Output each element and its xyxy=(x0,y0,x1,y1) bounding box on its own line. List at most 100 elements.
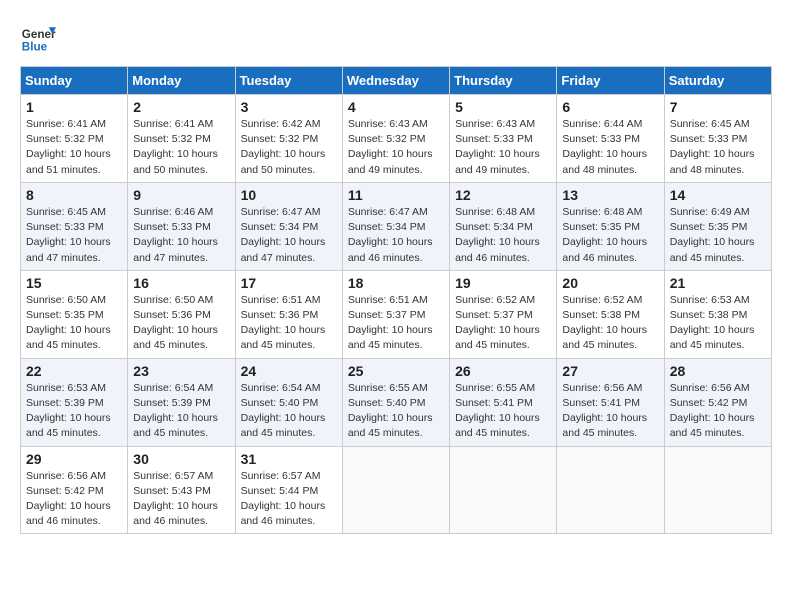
calendar-cell: 22 Sunrise: 6:53 AMSunset: 5:39 PMDayligh… xyxy=(21,358,128,446)
calendar-cell: 5 Sunrise: 6:43 AMSunset: 5:33 PMDaylight… xyxy=(450,95,557,183)
day-number: 12 xyxy=(455,187,551,203)
calendar-cell: 28 Sunrise: 6:56 AMSunset: 5:42 PMDayligh… xyxy=(664,358,771,446)
calendar-cell: 24 Sunrise: 6:54 AMSunset: 5:40 PMDayligh… xyxy=(235,358,342,446)
calendar-cell: 2 Sunrise: 6:41 AMSunset: 5:32 PMDaylight… xyxy=(128,95,235,183)
day-info: Sunrise: 6:47 AMSunset: 5:34 PMDaylight:… xyxy=(348,205,444,266)
day-number: 10 xyxy=(241,187,337,203)
calendar-cell: 8Sunrise: 6:45 AMSunset: 5:33 PMDaylight… xyxy=(21,182,128,270)
day-number: 8 xyxy=(26,187,122,203)
day-number: 22 xyxy=(26,363,122,379)
day-info: Sunrise: 6:48 AMSunset: 5:34 PMDaylight:… xyxy=(455,205,551,266)
logo-icon: General Blue xyxy=(20,20,56,56)
day-number: 16 xyxy=(133,275,229,291)
day-info: Sunrise: 6:50 AMSunset: 5:36 PMDaylight:… xyxy=(133,293,229,354)
svg-text:Blue: Blue xyxy=(22,41,48,54)
calendar-cell: 4 Sunrise: 6:43 AMSunset: 5:32 PMDaylight… xyxy=(342,95,449,183)
day-number: 29 xyxy=(26,451,122,467)
day-info: Sunrise: 6:55 AMSunset: 5:41 PMDaylight:… xyxy=(455,381,551,442)
day-info: Sunrise: 6:41 AMSunset: 5:32 PMDaylight:… xyxy=(26,117,122,178)
day-info: Sunrise: 6:48 AMSunset: 5:35 PMDaylight:… xyxy=(562,205,658,266)
day-number: 28 xyxy=(670,363,766,379)
day-info: Sunrise: 6:52 AMSunset: 5:38 PMDaylight:… xyxy=(562,293,658,354)
calendar-header-monday: Monday xyxy=(128,67,235,95)
calendar-cell: 7 Sunrise: 6:45 AMSunset: 5:33 PMDaylight… xyxy=(664,95,771,183)
calendar-cell: 25 Sunrise: 6:55 AMSunset: 5:40 PMDayligh… xyxy=(342,358,449,446)
day-info: Sunrise: 6:46 AMSunset: 5:33 PMDaylight:… xyxy=(133,205,229,266)
day-info: Sunrise: 6:54 AMSunset: 5:40 PMDaylight:… xyxy=(241,381,337,442)
calendar-cell: 29Sunrise: 6:56 AMSunset: 5:42 PMDayligh… xyxy=(21,446,128,534)
calendar-week-4: 22 Sunrise: 6:53 AMSunset: 5:39 PMDayligh… xyxy=(21,358,772,446)
calendar-cell: 15Sunrise: 6:50 AMSunset: 5:35 PMDayligh… xyxy=(21,270,128,358)
calendar-cell: 20 Sunrise: 6:52 AMSunset: 5:38 PMDayligh… xyxy=(557,270,664,358)
day-info: Sunrise: 6:51 AMSunset: 5:36 PMDaylight:… xyxy=(241,293,337,354)
day-info: Sunrise: 6:43 AMSunset: 5:32 PMDaylight:… xyxy=(348,117,444,178)
calendar-week-2: 8Sunrise: 6:45 AMSunset: 5:33 PMDaylight… xyxy=(21,182,772,270)
day-number: 27 xyxy=(562,363,658,379)
calendar-cell: 10 Sunrise: 6:47 AMSunset: 5:34 PMDayligh… xyxy=(235,182,342,270)
day-info: Sunrise: 6:49 AMSunset: 5:35 PMDaylight:… xyxy=(670,205,766,266)
calendar-header-sunday: Sunday xyxy=(21,67,128,95)
day-info: Sunrise: 6:44 AMSunset: 5:33 PMDaylight:… xyxy=(562,117,658,178)
day-number: 6 xyxy=(562,99,658,115)
page-header: General Blue xyxy=(20,20,772,56)
day-number: 3 xyxy=(241,99,337,115)
calendar-table: SundayMondayTuesdayWednesdayThursdayFrid… xyxy=(20,66,772,534)
day-number: 31 xyxy=(241,451,337,467)
day-number: 17 xyxy=(241,275,337,291)
calendar-cell: 18 Sunrise: 6:51 AMSunset: 5:37 PMDayligh… xyxy=(342,270,449,358)
calendar-cell: 13Sunrise: 6:48 AMSunset: 5:35 PMDayligh… xyxy=(557,182,664,270)
day-info: Sunrise: 6:57 AMSunset: 5:43 PMDaylight:… xyxy=(133,469,229,530)
day-info: Sunrise: 6:47 AMSunset: 5:34 PMDaylight:… xyxy=(241,205,337,266)
calendar-week-1: 1 Sunrise: 6:41 AMSunset: 5:32 PMDaylight… xyxy=(21,95,772,183)
day-info: Sunrise: 6:56 AMSunset: 5:42 PMDaylight:… xyxy=(670,381,766,442)
calendar-cell: 12 Sunrise: 6:48 AMSunset: 5:34 PMDayligh… xyxy=(450,182,557,270)
day-info: Sunrise: 6:52 AMSunset: 5:37 PMDaylight:… xyxy=(455,293,551,354)
calendar-header-wednesday: Wednesday xyxy=(342,67,449,95)
day-info: Sunrise: 6:43 AMSunset: 5:33 PMDaylight:… xyxy=(455,117,551,178)
day-number: 18 xyxy=(348,275,444,291)
calendar-cell xyxy=(450,446,557,534)
calendar-cell xyxy=(664,446,771,534)
calendar-header-friday: Friday xyxy=(557,67,664,95)
day-number: 24 xyxy=(241,363,337,379)
calendar-week-3: 15Sunrise: 6:50 AMSunset: 5:35 PMDayligh… xyxy=(21,270,772,358)
calendar-cell: 21Sunrise: 6:53 AMSunset: 5:38 PMDayligh… xyxy=(664,270,771,358)
day-number: 25 xyxy=(348,363,444,379)
day-info: Sunrise: 6:56 AMSunset: 5:41 PMDaylight:… xyxy=(562,381,658,442)
day-number: 23 xyxy=(133,363,229,379)
day-info: Sunrise: 6:50 AMSunset: 5:35 PMDaylight:… xyxy=(26,293,122,354)
calendar-cell: 30Sunrise: 6:57 AMSunset: 5:43 PMDayligh… xyxy=(128,446,235,534)
day-number: 1 xyxy=(26,99,122,115)
day-number: 20 xyxy=(562,275,658,291)
day-info: Sunrise: 6:55 AMSunset: 5:40 PMDaylight:… xyxy=(348,381,444,442)
day-number: 9 xyxy=(133,187,229,203)
calendar-header-saturday: Saturday xyxy=(664,67,771,95)
day-number: 2 xyxy=(133,99,229,115)
calendar-cell: 27 Sunrise: 6:56 AMSunset: 5:41 PMDayligh… xyxy=(557,358,664,446)
day-info: Sunrise: 6:53 AMSunset: 5:38 PMDaylight:… xyxy=(670,293,766,354)
calendar-cell: 9 Sunrise: 6:46 AMSunset: 5:33 PMDaylight… xyxy=(128,182,235,270)
calendar-cell: 14Sunrise: 6:49 AMSunset: 5:35 PMDayligh… xyxy=(664,182,771,270)
day-number: 5 xyxy=(455,99,551,115)
calendar-cell: 23Sunrise: 6:54 AMSunset: 5:39 PMDayligh… xyxy=(128,358,235,446)
day-info: Sunrise: 6:42 AMSunset: 5:32 PMDaylight:… xyxy=(241,117,337,178)
calendar-cell: 16 Sunrise: 6:50 AMSunset: 5:36 PMDayligh… xyxy=(128,270,235,358)
calendar-week-5: 29Sunrise: 6:56 AMSunset: 5:42 PMDayligh… xyxy=(21,446,772,534)
calendar-cell: 19 Sunrise: 6:52 AMSunset: 5:37 PMDayligh… xyxy=(450,270,557,358)
day-number: 11 xyxy=(348,187,444,203)
day-info: Sunrise: 6:57 AMSunset: 5:44 PMDaylight:… xyxy=(241,469,337,530)
calendar-cell: 6 Sunrise: 6:44 AMSunset: 5:33 PMDaylight… xyxy=(557,95,664,183)
day-number: 19 xyxy=(455,275,551,291)
logo: General Blue xyxy=(20,20,56,56)
day-number: 7 xyxy=(670,99,766,115)
day-info: Sunrise: 6:51 AMSunset: 5:37 PMDaylight:… xyxy=(348,293,444,354)
day-info: Sunrise: 6:53 AMSunset: 5:39 PMDaylight:… xyxy=(26,381,122,442)
day-info: Sunrise: 6:45 AMSunset: 5:33 PMDaylight:… xyxy=(670,117,766,178)
calendar-cell: 26 Sunrise: 6:55 AMSunset: 5:41 PMDayligh… xyxy=(450,358,557,446)
calendar-header-thursday: Thursday xyxy=(450,67,557,95)
day-info: Sunrise: 6:41 AMSunset: 5:32 PMDaylight:… xyxy=(133,117,229,178)
day-number: 26 xyxy=(455,363,551,379)
day-number: 4 xyxy=(348,99,444,115)
calendar-cell xyxy=(342,446,449,534)
calendar-header-tuesday: Tuesday xyxy=(235,67,342,95)
